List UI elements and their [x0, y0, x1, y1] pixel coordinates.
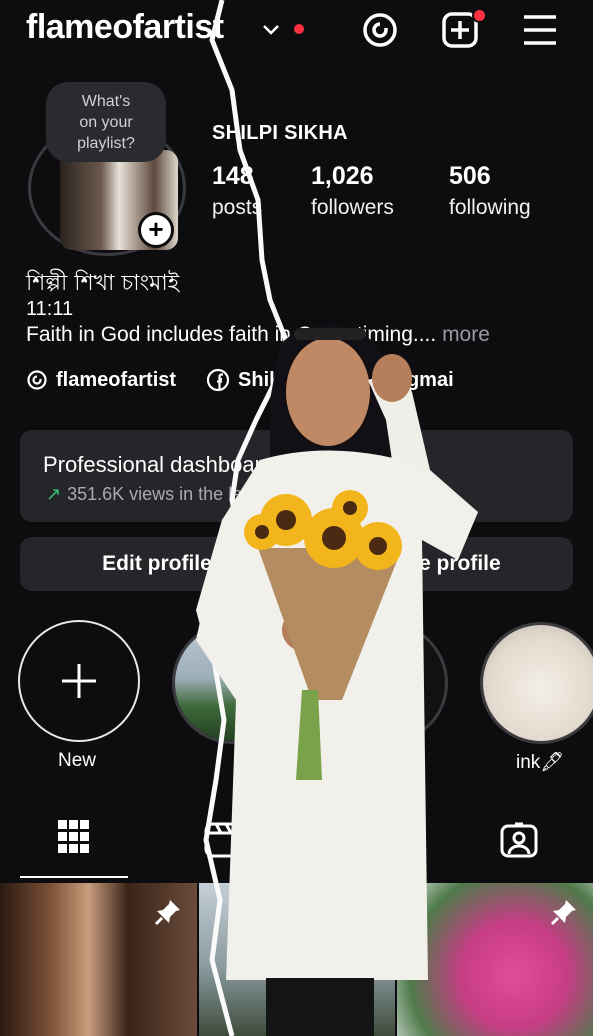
- person-cutout-photo: [196, 325, 478, 1036]
